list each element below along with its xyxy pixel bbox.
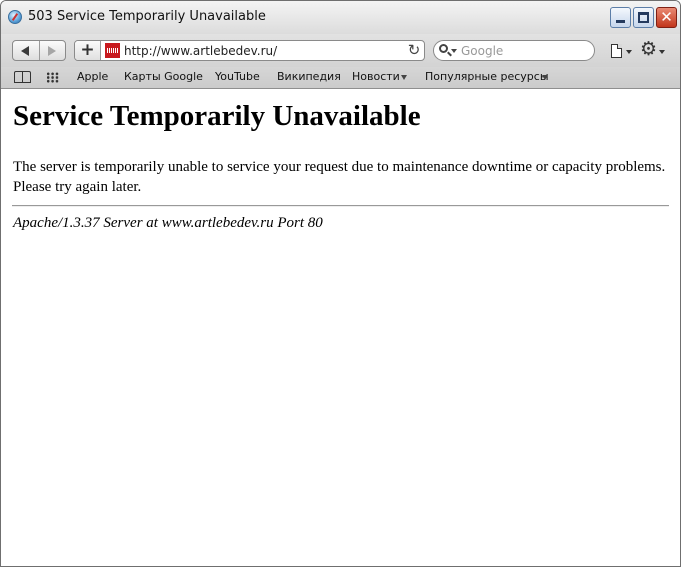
page-title: Service Temporarily Unavailable <box>13 100 421 132</box>
bookmarks-book-icon[interactable] <box>14 71 31 83</box>
bookmark-wikipedia[interactable]: Википедия <box>277 70 341 83</box>
maximize-button[interactable] <box>633 7 654 28</box>
error-message: The server is temporarily unable to serv… <box>13 159 666 195</box>
top-sites-grid-icon[interactable] <box>46 72 59 83</box>
close-icon: ✕ <box>660 8 673 26</box>
minimize-button[interactable] <box>610 7 631 28</box>
bookmark-folder-popular[interactable]: Популярные ресурсы <box>425 70 549 83</box>
chevron-down-icon[interactable] <box>626 50 632 54</box>
close-button[interactable]: ✕ <box>656 7 677 28</box>
address-bar[interactable]: + http://www.artlebedev.ru/ ↻ <box>74 40 425 61</box>
chevron-down-icon[interactable] <box>542 75 548 80</box>
bookmark-apple[interactable]: Apple <box>77 70 108 83</box>
browser-window: 503 Service Temporarily Unavailable ✕ + … <box>0 0 681 567</box>
chevron-down-icon[interactable] <box>401 75 407 80</box>
back-arrow-icon[interactable] <box>21 46 29 56</box>
site-favicon-icon <box>105 43 120 58</box>
forward-arrow-icon[interactable] <box>48 46 56 56</box>
page-menu-icon[interactable] <box>611 44 622 58</box>
safari-compass-icon <box>8 10 22 24</box>
maximize-icon <box>638 12 649 23</box>
url-input[interactable]: http://www.artlebedev.ru/ <box>124 44 277 58</box>
search-field[interactable]: Google <box>433 40 595 61</box>
back-forward-group <box>12 40 66 61</box>
server-signature: Apache/1.3.37 Server at www.artlebedev.r… <box>13 215 323 231</box>
horizontal-rule <box>12 205 669 207</box>
reload-icon[interactable]: ↻ <box>406 42 422 59</box>
bookmark-folder-news[interactable]: Новости <box>352 70 400 83</box>
bookmark-google-maps[interactable]: Карты Google <box>124 70 203 83</box>
chevron-down-icon[interactable] <box>659 50 665 54</box>
minimize-icon <box>616 20 625 23</box>
bookmark-youtube[interactable]: YouTube <box>215 70 260 83</box>
search-input[interactable]: Google <box>461 44 503 58</box>
search-icon <box>439 44 448 53</box>
gear-icon[interactable]: ⚙ <box>640 39 657 59</box>
window-title: 503 Service Temporarily Unavailable <box>28 9 266 24</box>
page-content: Service Temporarily Unavailable The serv… <box>1 90 680 566</box>
title-bar[interactable]: 503 Service Temporarily Unavailable ✕ <box>1 1 680 34</box>
divider <box>39 41 40 60</box>
navigation-toolbar: + http://www.artlebedev.ru/ ↻ Google ⚙ <box>1 34 680 67</box>
bookmarks-bar: Apple Карты Google YouTube Википедия Нов… <box>1 67 680 89</box>
search-engine-dropdown-icon[interactable] <box>451 49 457 53</box>
add-bookmark-button[interactable]: + <box>75 41 101 60</box>
